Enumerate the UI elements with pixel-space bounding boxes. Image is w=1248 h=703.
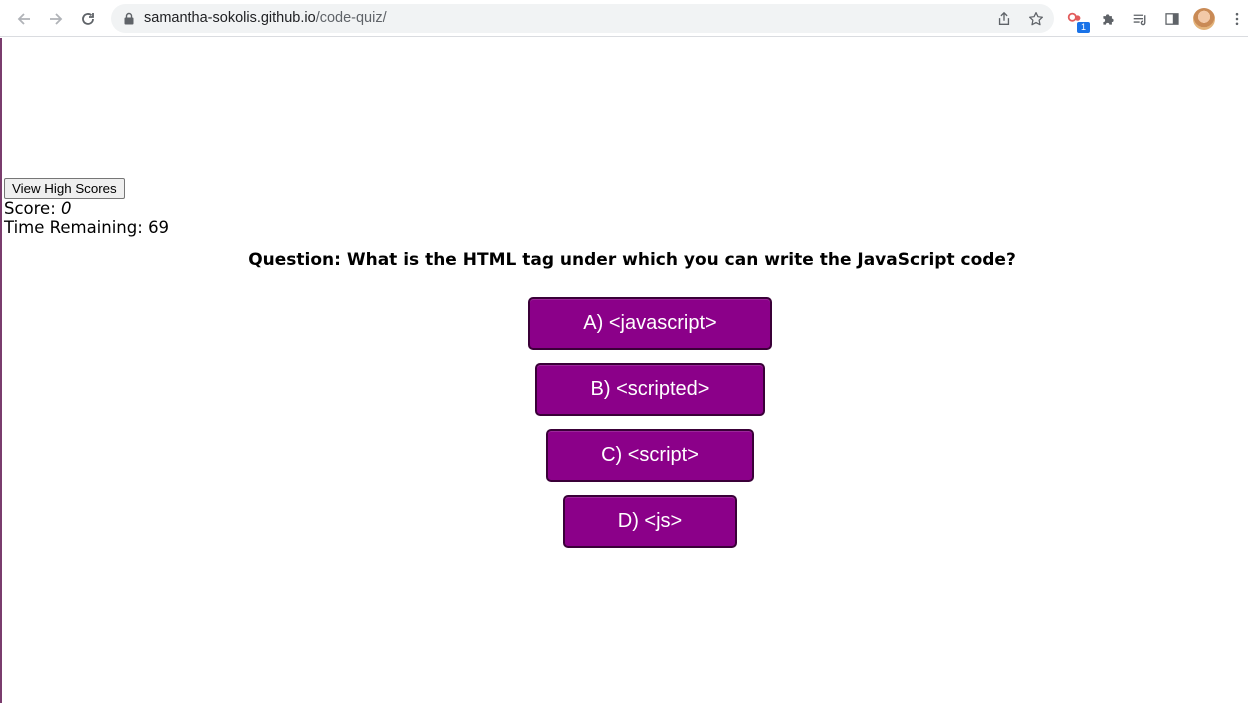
address-bar[interactable]: samantha-sokolis.github.io/code-quiz/ xyxy=(111,4,1054,33)
back-arrow-icon[interactable] xyxy=(11,6,37,32)
reading-list-icon[interactable] xyxy=(1130,9,1150,29)
share-icon[interactable] xyxy=(995,10,1013,28)
answer-button-c[interactable]: C) <script> xyxy=(546,429,754,482)
extension-badge: 1 xyxy=(1077,22,1090,33)
view-high-scores-button[interactable]: View High Scores xyxy=(4,178,125,199)
timer-display: Time Remaining: 69 xyxy=(4,218,169,237)
puzzle-icon[interactable] xyxy=(1098,9,1118,29)
score-label: Score: xyxy=(4,199,56,218)
url-path: /code-quiz/ xyxy=(315,10,387,26)
timer-label: Time Remaining: xyxy=(4,218,143,237)
more-menu-icon[interactable] xyxy=(1227,9,1247,29)
question-text: Question: What is the HTML tag under whi… xyxy=(248,250,1016,270)
answer-button-d[interactable]: D) <js> xyxy=(563,495,737,548)
forward-arrow-icon[interactable] xyxy=(43,6,69,32)
avatar[interactable] xyxy=(1193,8,1215,30)
timer-value: 69 xyxy=(148,218,170,237)
score-value: 0 xyxy=(61,199,72,218)
answer-button-b[interactable]: B) <scripted> xyxy=(535,363,765,416)
star-icon[interactable] xyxy=(1027,10,1045,28)
score-display: Score: 0 xyxy=(4,199,72,218)
lock-icon[interactable] xyxy=(123,12,135,25)
page-content: View High Scores Score: 0 Time Remaining… xyxy=(0,38,1248,703)
answer-button-a[interactable]: A) <javascript> xyxy=(528,297,772,350)
side-panel-icon[interactable] xyxy=(1162,9,1182,29)
url-host: samantha-sokolis.github.io xyxy=(144,10,316,26)
browser-toolbar: samantha-sokolis.github.io/code-quiz/ 1 xyxy=(0,0,1248,37)
reload-icon[interactable] xyxy=(75,6,101,32)
url-text[interactable]: samantha-sokolis.github.io/code-quiz/ xyxy=(144,10,387,27)
